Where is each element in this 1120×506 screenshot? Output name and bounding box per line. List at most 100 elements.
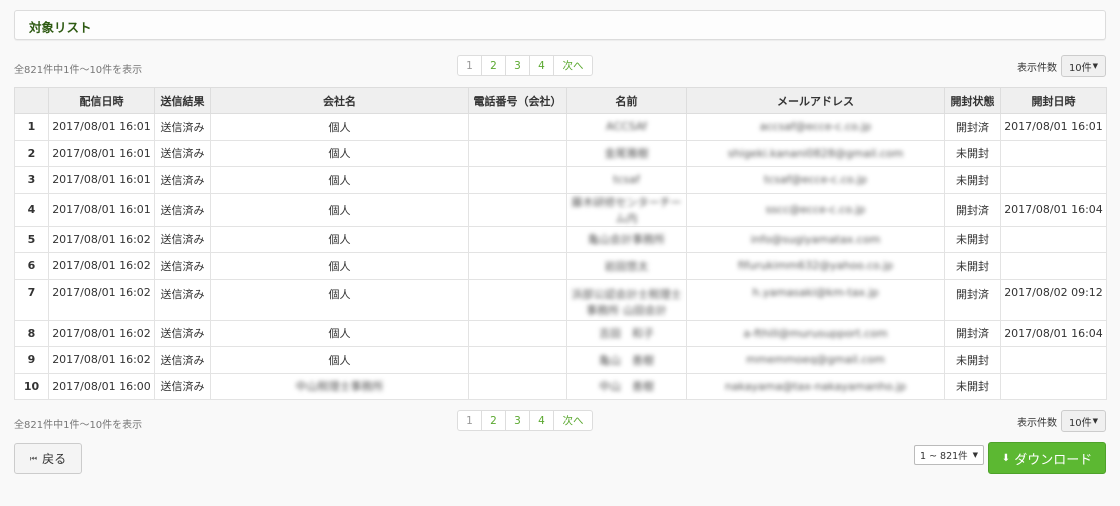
page-header: 対象リスト <box>14 10 1106 40</box>
phone-cell <box>468 252 567 280</box>
phone-cell <box>468 373 567 400</box>
email-cell-text: sscc@ecce-c.co.jp <box>765 203 866 216</box>
sent-date-cell: 2017/08/01 16:02 <box>48 226 155 253</box>
row-number: 10 <box>14 373 49 400</box>
page-title: 対象リスト <box>29 20 92 35</box>
sent-date-cell: 2017/08/01 16:02 <box>48 252 155 280</box>
table-row: 3 2017/08/01 16:01 送信済み 個人 tcsaf tcsaf@ecce-c… <box>14 166 1107 194</box>
page-link-2[interactable]: 2 <box>482 56 506 75</box>
send-result-cell: 送信済み <box>154 346 211 374</box>
email-cell-text: info@sugiyamatax.com <box>750 232 881 246</box>
row-number: 9 <box>14 346 49 374</box>
name-cell: ACCSAf <box>566 113 687 141</box>
open-date-cell <box>1000 166 1107 194</box>
phone-cell <box>468 113 567 141</box>
sent-date-cell: 2017/08/01 16:02 <box>48 346 155 374</box>
email-cell: a-fthill@murusupport.com <box>686 320 945 347</box>
perpage-dropdown[interactable]: 10件 ▼ <box>1061 410 1106 432</box>
name-cell: 浜部公認会計士税理士事務所 山田会計 <box>566 279 687 321</box>
company-cell: 個人 <box>210 140 469 167</box>
skip-back-icon: ⏮ <box>29 453 38 463</box>
pagination-bottom: 1 2 3 4 次へ <box>457 410 593 431</box>
col-header-open-date: 開封日時 <box>1000 87 1107 114</box>
open-status-cell: 開封済 <box>944 279 1001 321</box>
table-row: 6 2017/08/01 16:02 送信済み 個人 岩田悠太 fifurukimm632… <box>14 252 1107 280</box>
open-status-cell: 未開封 <box>944 373 1001 400</box>
name-cell-text: 吉田 和子 <box>599 327 654 341</box>
table-row: 1 2017/08/01 16:01 送信済み 個人 ACCSAf accsaf@ecce… <box>14 113 1107 141</box>
result-summary-top: 全821件中1件〜10件を表示 <box>14 65 143 76</box>
name-cell: tcsaf <box>566 166 687 194</box>
sent-date-cell: 2017/08/01 16:02 <box>48 279 155 321</box>
row-number: 7 <box>14 279 49 321</box>
name-cell: 金尾雅樹 <box>566 140 687 167</box>
email-cell: nakayama@tax-nakayamanho.jp <box>686 373 945 400</box>
open-date-cell <box>1000 140 1107 167</box>
page-link-3[interactable]: 3 <box>506 411 530 430</box>
table-row: 4 2017/08/01 16:01 送信済み 個人 藤木研修センターチーム内 sscc@… <box>14 193 1107 227</box>
perpage-control-top: 表示件数 10件 ▼ <box>1017 55 1106 77</box>
company-cell: 個人 <box>210 166 469 194</box>
row-number: 8 <box>14 320 49 347</box>
email-cell: shigeki.kanani0828@gmail.com <box>686 140 945 167</box>
email-cell-text: fifurukimm632@yahoo.co.jp <box>737 259 894 273</box>
row-number: 1 <box>14 113 49 141</box>
name-cell: 藤木研修センターチーム内 <box>566 193 687 227</box>
email-cell: sscc@ecce-c.co.jp <box>686 193 945 227</box>
page-link-1[interactable]: 1 <box>458 56 482 75</box>
open-status-cell: 未開封 <box>944 252 1001 280</box>
page-link-1[interactable]: 1 <box>458 411 482 430</box>
col-header-no <box>14 87 49 114</box>
page-link-4[interactable]: 4 <box>530 411 554 430</box>
caret-down-icon: ▼ <box>1092 62 1099 70</box>
page-link-4[interactable]: 4 <box>530 56 554 75</box>
name-cell: 中山 善樹 <box>566 373 687 400</box>
send-result-cell: 送信済み <box>154 226 211 253</box>
company-cell: 個人 <box>210 320 469 347</box>
col-header-email: メールアドレス <box>686 87 945 114</box>
page-link-3[interactable]: 3 <box>506 56 530 75</box>
open-status-cell: 未開封 <box>944 226 1001 253</box>
download-range-select[interactable]: 1 ~ 821件 ▼ <box>914 445 984 465</box>
sent-date-cell: 2017/08/01 16:02 <box>48 320 155 347</box>
caret-down-icon: ▼ <box>1092 417 1099 425</box>
email-cell-text: mmemmoeq@gmail.com <box>746 353 885 367</box>
open-date-cell <box>1000 252 1107 280</box>
back-button[interactable]: ⏮ 戻る <box>14 443 82 474</box>
send-result-cell: 送信済み <box>154 373 211 400</box>
page-link-2[interactable]: 2 <box>482 411 506 430</box>
row-number: 2 <box>14 140 49 167</box>
send-result-cell: 送信済み <box>154 193 211 227</box>
perpage-dropdown[interactable]: 10件 ▼ <box>1061 55 1106 77</box>
email-cell: h.yamasaki@km-tax.jp <box>686 279 945 321</box>
perpage-value: 10件 <box>1068 417 1092 429</box>
phone-cell <box>468 166 567 194</box>
name-cell-text: 藤木研修センターチーム内 <box>571 195 682 225</box>
next-page-link[interactable]: 次へ <box>554 411 592 430</box>
name-cell-text: tcsaf <box>613 173 640 187</box>
open-status-cell: 未開封 <box>944 140 1001 167</box>
back-button-label: 戻る <box>42 452 67 466</box>
download-icon: ⬇ <box>1001 452 1011 464</box>
send-result-cell: 送信済み <box>154 320 211 347</box>
col-header-open-status: 開封状態 <box>944 87 1001 114</box>
email-cell-text: h.yamasaki@km-tax.jp <box>752 285 879 299</box>
company-cell-text: 中山税理士事務所 <box>295 380 384 394</box>
next-page-link[interactable]: 次へ <box>554 56 592 75</box>
company-cell: 個人 <box>210 113 469 141</box>
col-header-phone: 電話番号（会社） <box>468 87 567 114</box>
email-cell-text: tcsaf@ecce-c.co.jp <box>764 173 867 187</box>
email-cell: info@sugiyamatax.com <box>686 226 945 253</box>
col-header-sent-date: 配信日時 <box>48 87 155 114</box>
download-button[interactable]: ⬇ ダウンロード <box>988 442 1106 474</box>
row-number: 4 <box>14 193 49 227</box>
email-cell-text: shigeki.kanani0828@gmail.com <box>727 146 904 160</box>
perpage-control-bottom: 表示件数 10件 ▼ <box>1017 410 1106 432</box>
row-number: 5 <box>14 226 49 253</box>
phone-cell <box>468 226 567 253</box>
email-cell: tcsaf@ecce-c.co.jp <box>686 166 945 194</box>
name-cell-text: 亀山会計事務所 <box>588 233 665 247</box>
open-status-cell: 未開封 <box>944 346 1001 374</box>
company-cell: 個人 <box>210 346 469 374</box>
name-cell-text: 浜部公認会計士税理士事務所 山田会計 <box>571 287 682 317</box>
